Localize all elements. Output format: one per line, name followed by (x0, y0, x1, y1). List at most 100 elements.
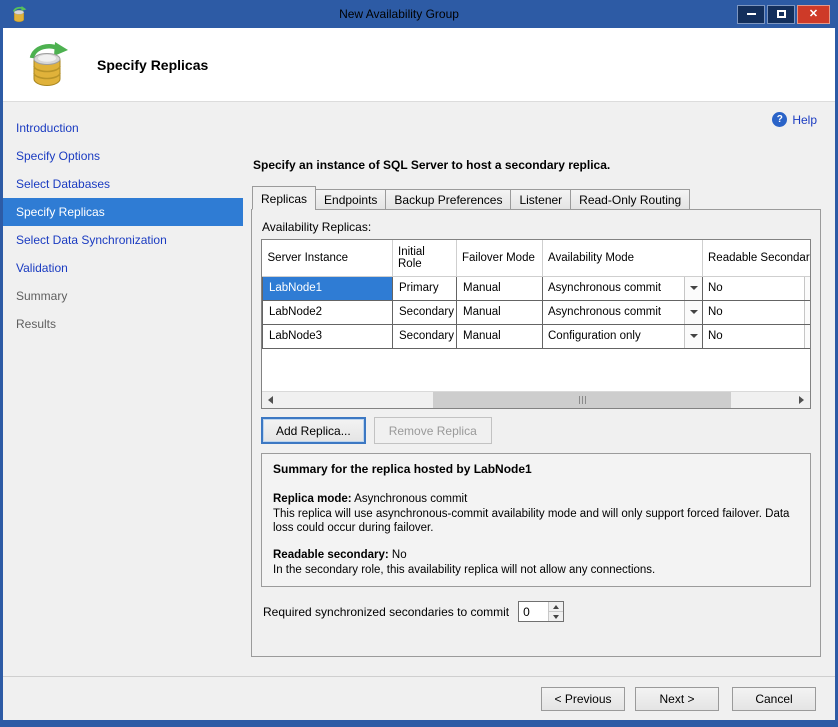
column-header-readable-secondary[interactable]: Readable Secondar (703, 240, 812, 276)
dropdown-value: No (703, 301, 804, 324)
availability-mode-dropdown[interactable]: Asynchronous commit (543, 277, 702, 300)
availability-mode-dropdown[interactable]: Configuration only (543, 325, 702, 348)
spinner-buttons (548, 602, 563, 621)
readable-secondary-value: No (392, 549, 407, 561)
sidebar-item-select-data-synchronization[interactable]: Select Data Synchronization (3, 226, 243, 254)
scroll-left-icon (268, 396, 273, 404)
spin-down-icon (553, 615, 559, 619)
sidebar-item-introduction[interactable]: Introduction (3, 114, 243, 142)
required-secondaries-label: Required synchronized secondaries to com… (263, 605, 509, 619)
cancel-button[interactable]: Cancel (732, 687, 816, 711)
availability-group-database-icon (23, 42, 71, 88)
cell-initial-role[interactable]: Secondary (393, 324, 457, 348)
cell-server-instance[interactable]: LabNode2 (263, 300, 393, 324)
dropdown-button[interactable] (684, 301, 702, 324)
chevron-down-icon (690, 334, 698, 338)
tab-backup-preferences[interactable]: Backup Preferences (385, 189, 511, 210)
dropdown-value: Configuration only (543, 325, 684, 348)
grid-header-row: Server Instance Initial Role Failover Mo… (263, 240, 812, 276)
dropdown-button[interactable] (804, 277, 811, 300)
sidebar-item-validation[interactable]: Validation (3, 254, 243, 282)
dropdown-button[interactable] (804, 301, 811, 324)
replica-buttons-row: Add Replica... Remove Replica (261, 417, 811, 444)
previous-button[interactable]: < Previous (541, 687, 625, 711)
dropdown-button[interactable] (804, 325, 811, 348)
minimize-button[interactable] (737, 5, 765, 24)
cell-availability-mode: Asynchronous commit (543, 300, 703, 324)
replica-mode-value: Asynchronous commit (354, 493, 467, 505)
dropdown-button[interactable] (684, 277, 702, 300)
readable-secondary-label: Readable secondary: (273, 549, 389, 561)
scroll-right-icon (799, 396, 804, 404)
remove-replica-button: Remove Replica (374, 417, 492, 444)
summary-title: Summary for the replica hosted by LabNod… (273, 462, 799, 478)
sidebar-item-specify-options[interactable]: Specify Options (3, 142, 243, 170)
scrollbar-track[interactable] (279, 392, 793, 408)
chevron-down-icon (810, 310, 812, 314)
readable-secondary-dropdown[interactable]: No (703, 301, 811, 324)
spin-up-button[interactable] (549, 602, 563, 612)
help-link[interactable]: ? Help (772, 112, 817, 127)
scroll-right-button[interactable] (793, 392, 810, 408)
replica-mode-block: Replica mode: Asynchronous commit This r… (273, 492, 799, 537)
scrollbar-grip (579, 396, 580, 404)
app-database-icon (10, 6, 28, 23)
availability-mode-dropdown[interactable]: Asynchronous commit (543, 301, 702, 324)
dropdown-value: Asynchronous commit (543, 277, 684, 300)
sidebar-item-summary: Summary (3, 282, 243, 310)
maximize-icon (777, 10, 786, 18)
required-secondaries-input[interactable] (519, 602, 548, 621)
availability-replicas-grid: Server Instance Initial Role Failover Mo… (261, 239, 811, 409)
column-header-failover-mode[interactable]: Failover Mode (457, 240, 543, 276)
scrollbar-thumb[interactable] (433, 392, 731, 408)
close-button[interactable]: ✕ (797, 5, 830, 24)
column-header-initial-role[interactable]: Initial Role (393, 240, 457, 276)
cell-server-instance[interactable]: LabNode1 (263, 276, 393, 300)
cell-failover-mode[interactable]: Manual (457, 300, 543, 324)
add-replica-button[interactable]: Add Replica... (261, 417, 366, 444)
spin-up-icon (553, 605, 559, 609)
wizard-body: Introduction Specify Options Select Data… (3, 102, 835, 676)
maximize-button[interactable] (767, 5, 795, 24)
readable-secondary-dropdown[interactable]: No (703, 325, 811, 348)
page-title: Specify Replicas (97, 57, 208, 73)
chevron-down-icon (690, 286, 698, 290)
close-icon: ✕ (809, 9, 818, 20)
sidebar-item-specify-replicas[interactable]: Specify Replicas (3, 198, 243, 226)
required-secondaries-row: Required synchronized secondaries to com… (261, 601, 811, 622)
replica-summary-panel: Summary for the replica hosted by LabNod… (261, 453, 811, 587)
window-title: New Availability Group (83, 7, 715, 21)
readable-secondary-dropdown[interactable]: No (703, 277, 811, 300)
help-icon: ? (772, 112, 787, 127)
dropdown-value: No (703, 325, 804, 348)
dropdown-value: No (703, 277, 804, 300)
cell-server-instance[interactable]: LabNode3 (263, 324, 393, 348)
required-secondaries-spinner (518, 601, 564, 622)
cell-failover-mode[interactable]: Manual (457, 276, 543, 300)
tab-listener[interactable]: Listener (510, 189, 571, 210)
table-row: LabNode3 Secondary Manual Configuration … (263, 324, 812, 348)
table-row: LabNode1 Primary Manual Asynchronous com… (263, 276, 812, 300)
chevron-down-icon (690, 310, 698, 314)
cell-initial-role[interactable]: Secondary (393, 300, 457, 324)
wizard-header: Specify Replicas (3, 28, 835, 102)
cell-initial-role[interactable]: Primary (393, 276, 457, 300)
tab-replicas[interactable]: Replicas (252, 186, 316, 210)
column-header-server-instance[interactable]: Server Instance (263, 240, 393, 276)
cell-availability-mode: Configuration only (543, 324, 703, 348)
sidebar-item-select-databases[interactable]: Select Databases (3, 170, 243, 198)
column-header-availability-mode[interactable]: Availability Mode (543, 240, 703, 276)
sidebar-item-results: Results (3, 310, 243, 338)
next-button[interactable]: Next > (635, 687, 719, 711)
spin-down-button[interactable] (549, 612, 563, 621)
dropdown-button[interactable] (684, 325, 702, 348)
scroll-left-button[interactable] (262, 392, 279, 408)
horizontal-scrollbar[interactable] (262, 391, 810, 408)
instruction-text: Specify an instance of SQL Server to hos… (253, 158, 821, 172)
availability-replicas-label: Availability Replicas: (262, 220, 811, 234)
cell-failover-mode[interactable]: Manual (457, 324, 543, 348)
tab-endpoints[interactable]: Endpoints (315, 189, 386, 210)
scrollbar-grip (582, 396, 583, 404)
wizard-footer: < Previous Next > Cancel (3, 676, 835, 720)
tab-read-only-routing[interactable]: Read-Only Routing (570, 189, 690, 210)
